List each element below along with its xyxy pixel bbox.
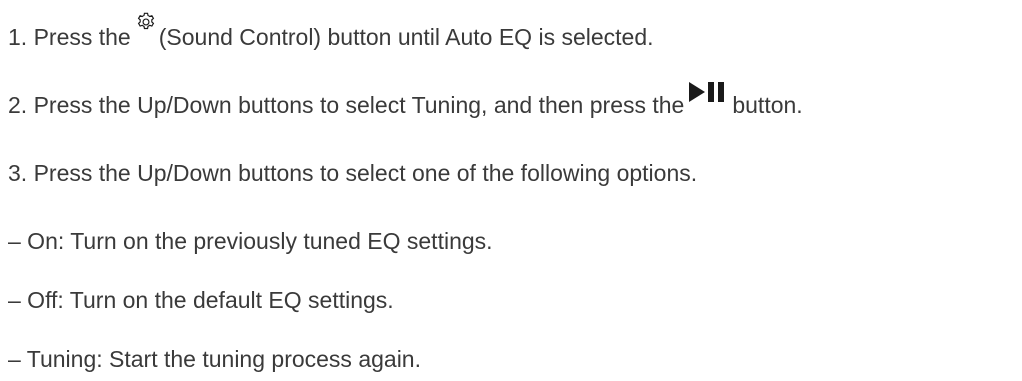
option-on: – On: Turn on the previously tuned EQ se… bbox=[8, 227, 493, 255]
step-2: 2. Press the Up/Down buttons to select T… bbox=[8, 82, 803, 119]
option-off: – Off: Turn on the default EQ settings. bbox=[8, 286, 394, 314]
option-tuning: – Tuning: Start the tuning process again… bbox=[8, 345, 421, 373]
option-tuning-text: – Tuning: Start the tuning process again… bbox=[8, 346, 421, 372]
option-on-text: – On: Turn on the previously tuned EQ se… bbox=[8, 228, 493, 254]
play-pause-icon bbox=[688, 81, 726, 103]
option-off-text: – Off: Turn on the default EQ settings. bbox=[8, 287, 394, 313]
step-1-prefix: 1. Press the bbox=[8, 24, 131, 50]
step-3: 3. Press the Up/Down buttons to select o… bbox=[8, 159, 697, 187]
step-1-suffix: (Sound Control) button until Auto EQ is … bbox=[158, 24, 654, 50]
step-2-suffix: button. bbox=[732, 92, 803, 118]
gear-icon bbox=[135, 11, 157, 33]
step-1: 1. Press the (Sound Control) button unti… bbox=[8, 12, 654, 51]
step-3-text: 3. Press the Up/Down buttons to select o… bbox=[8, 160, 698, 186]
step-2-prefix: 2. Press the Up/Down buttons to select T… bbox=[8, 92, 685, 118]
